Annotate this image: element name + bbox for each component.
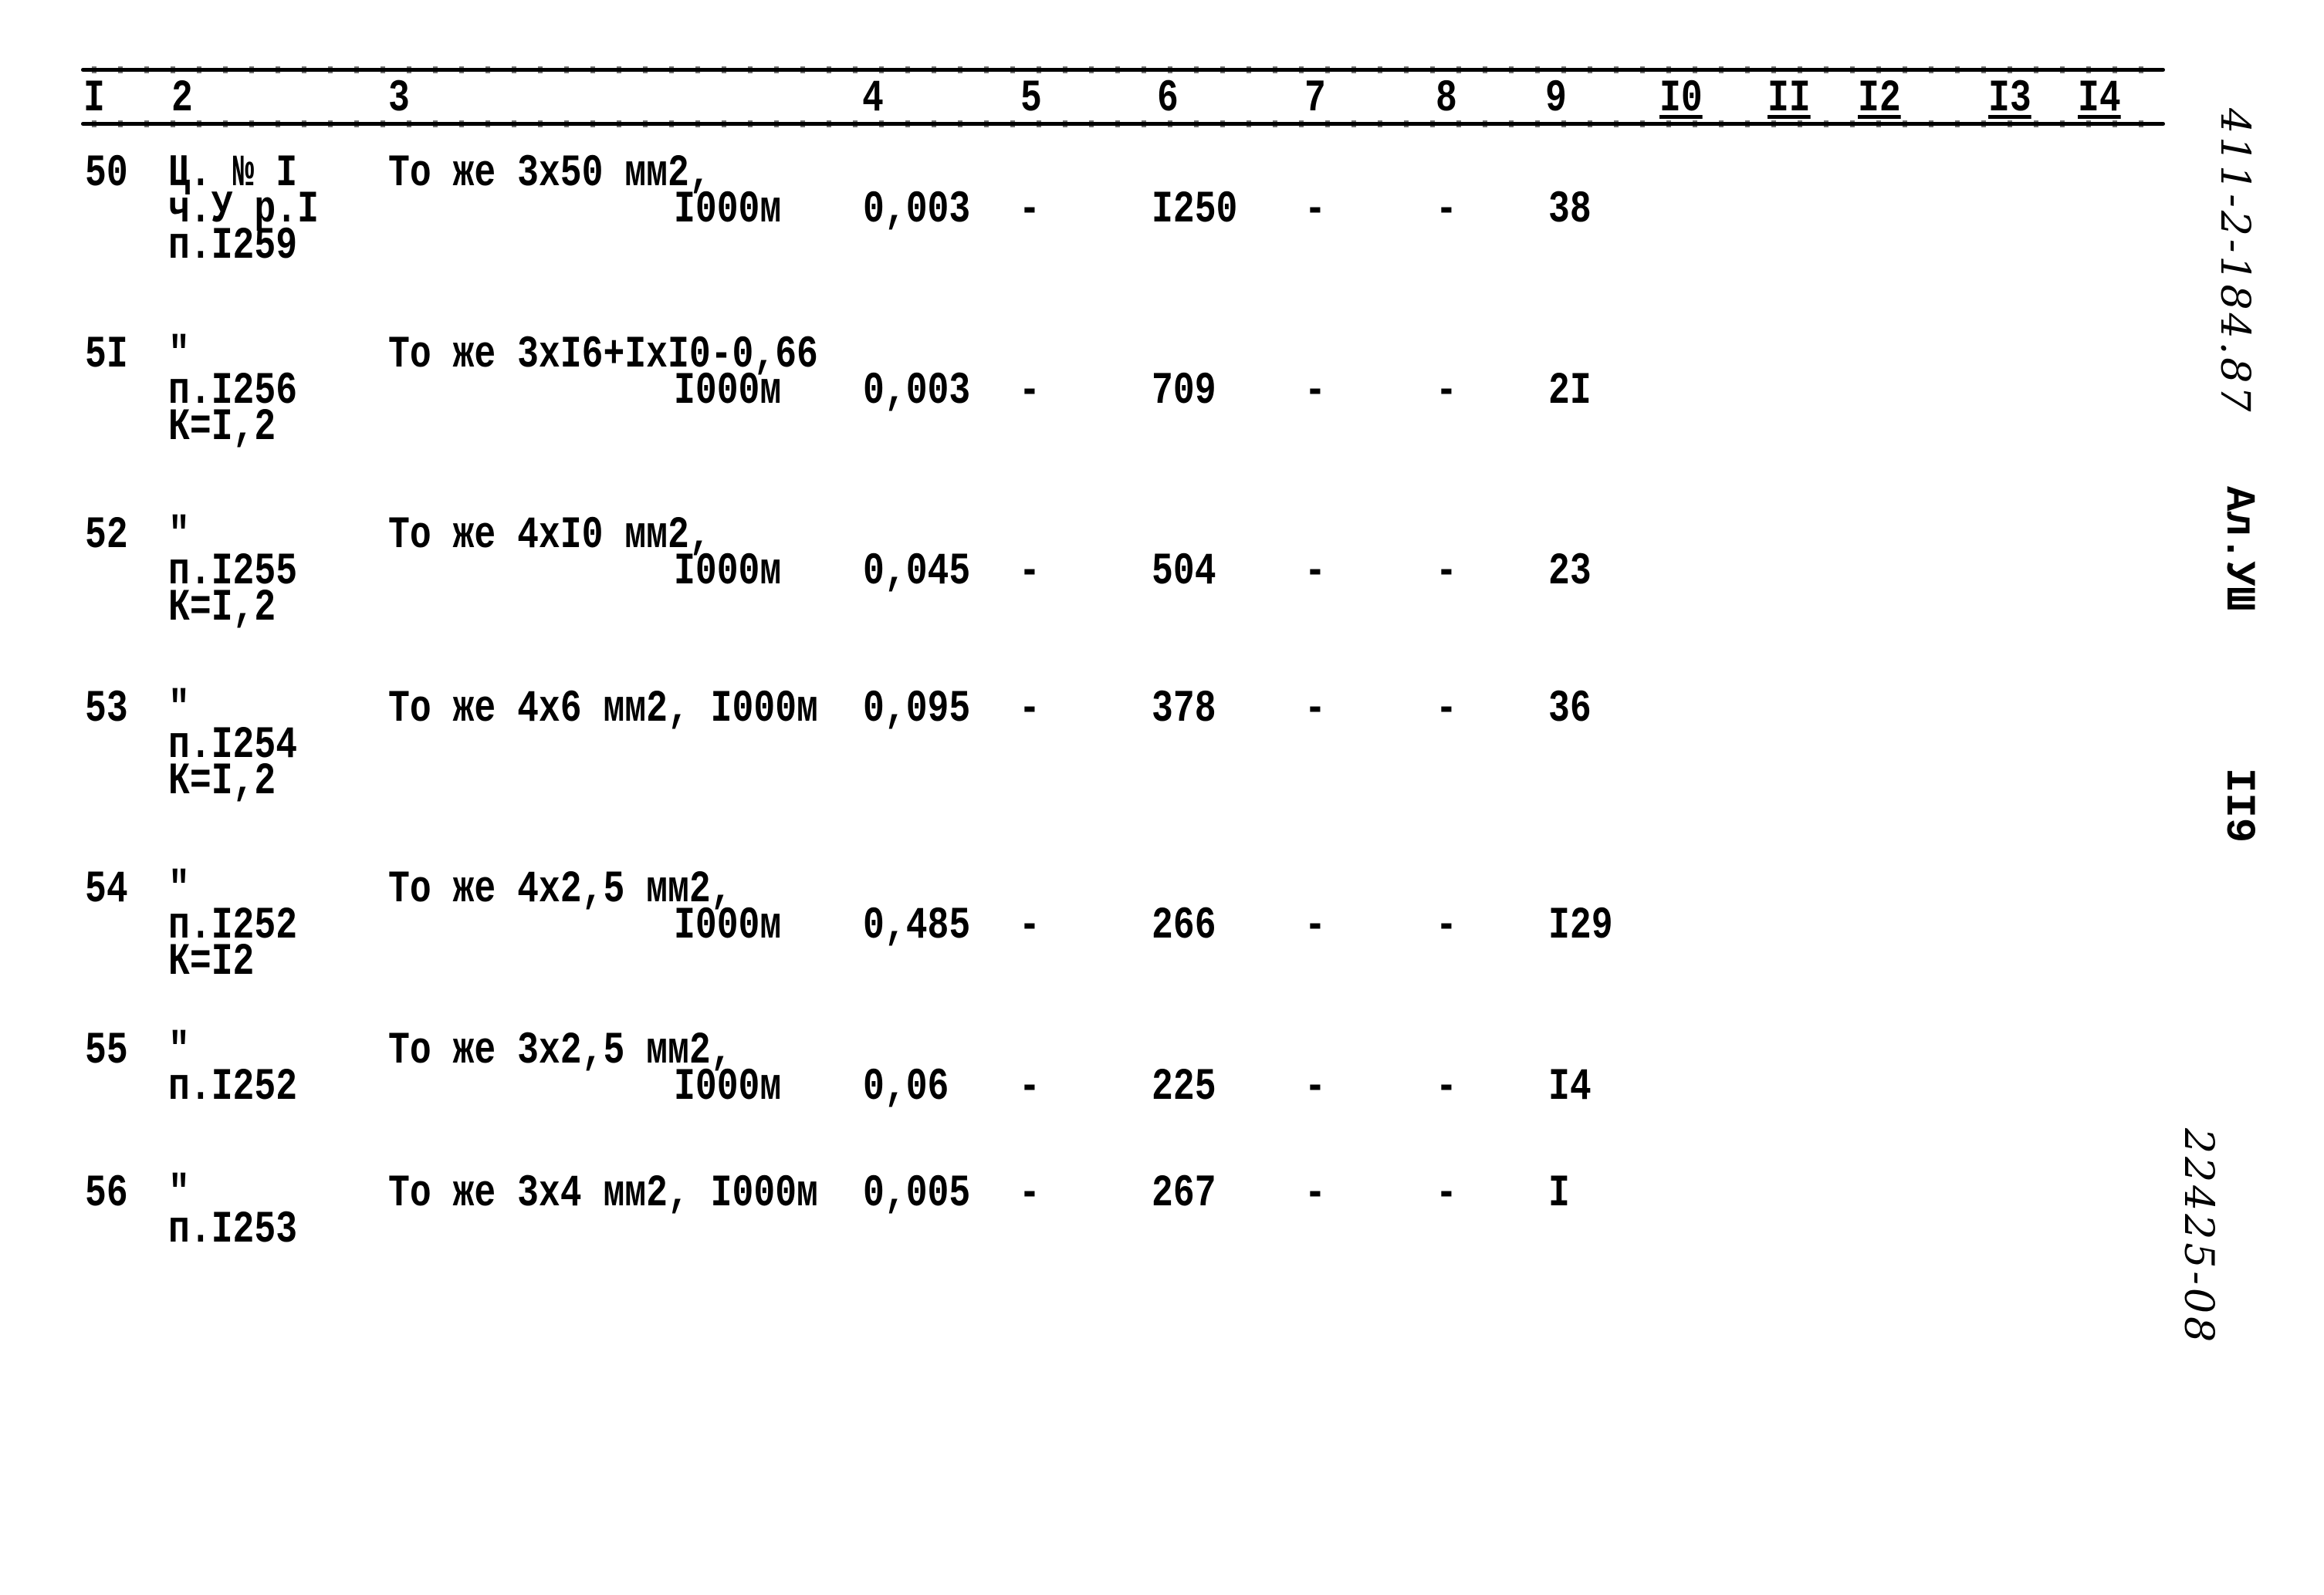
row-number: 52 bbox=[85, 511, 128, 561]
cell-col-5: - bbox=[1019, 901, 1040, 951]
row-description: То же 4хI0 мм2, bbox=[388, 511, 711, 561]
cell-col-4: 0,005 bbox=[863, 1169, 971, 1219]
row-reference-line: К=I,2 bbox=[168, 403, 276, 453]
row-number: 56 bbox=[85, 1169, 128, 1219]
cell-col-6: 266 bbox=[1152, 901, 1216, 951]
header-col-12: I2 bbox=[1858, 74, 1901, 124]
row-description-unit: I000м bbox=[674, 367, 782, 417]
cell-col-9: I4 bbox=[1548, 1063, 1592, 1113]
cell-col-8: - bbox=[1436, 901, 1457, 951]
cell-col-5: - bbox=[1019, 1169, 1040, 1219]
table-top-rule bbox=[81, 66, 2165, 73]
cell-col-9: I bbox=[1548, 1169, 1570, 1219]
header-col-2: 2 bbox=[171, 74, 193, 124]
cell-col-9: 36 bbox=[1548, 684, 1592, 735]
row-number: 53 bbox=[85, 684, 128, 735]
row-number: 55 bbox=[85, 1026, 128, 1076]
cell-col-4: 0,045 bbox=[863, 547, 971, 597]
header-col-1: I bbox=[83, 74, 105, 124]
cell-col-8: - bbox=[1436, 185, 1457, 235]
cell-col-4: 0,485 bbox=[863, 901, 971, 951]
header-col-10: I0 bbox=[1659, 74, 1703, 124]
cell-col-7: - bbox=[1304, 901, 1326, 951]
header-col-9: 9 bbox=[1545, 74, 1567, 124]
margin-inventory-number: 22425-08 bbox=[2175, 1128, 2221, 1346]
row-reference-line: п.I253 bbox=[168, 1205, 298, 1255]
cell-col-9: I29 bbox=[1548, 901, 1613, 951]
cell-col-7: - bbox=[1304, 185, 1326, 235]
cell-col-6: 267 bbox=[1152, 1169, 1216, 1219]
header-col-7: 7 bbox=[1304, 74, 1326, 124]
row-description: То же 3х50 мм2, bbox=[388, 149, 711, 199]
margin-doc-code: 411-2-184.87 bbox=[2211, 108, 2258, 415]
cell-col-4: 0,003 bbox=[863, 185, 971, 235]
cell-col-7: - bbox=[1304, 1169, 1326, 1219]
header-col-14: I4 bbox=[2078, 74, 2121, 124]
header-col-13: I3 bbox=[1988, 74, 2031, 124]
header-col-4: 4 bbox=[862, 74, 884, 124]
cell-col-5: - bbox=[1019, 547, 1040, 597]
row-number: 50 bbox=[85, 149, 128, 199]
cell-col-4: 0,003 bbox=[863, 367, 971, 417]
row-description-unit: I000м bbox=[674, 185, 782, 235]
cell-col-7: - bbox=[1304, 367, 1326, 417]
row-description-unit: I000м bbox=[674, 901, 782, 951]
row-reference-line: п.I259 bbox=[168, 221, 298, 272]
header-col-8: 8 bbox=[1436, 74, 1457, 124]
cell-col-5: - bbox=[1019, 684, 1040, 735]
header-col-6: 6 bbox=[1157, 74, 1179, 124]
header-col-11: II bbox=[1768, 74, 1811, 124]
header-col-5: 5 bbox=[1020, 74, 1042, 124]
row-number: 5I bbox=[85, 330, 128, 380]
row-number: 54 bbox=[85, 865, 128, 915]
cell-col-6: 504 bbox=[1152, 547, 1216, 597]
cell-col-4: 0,095 bbox=[863, 684, 971, 735]
cell-col-5: - bbox=[1019, 185, 1040, 235]
row-description: То же 4х6 мм2, I000м bbox=[388, 684, 818, 735]
cell-col-5: - bbox=[1019, 367, 1040, 417]
cell-col-7: - bbox=[1304, 684, 1326, 735]
cell-col-8: - bbox=[1436, 547, 1457, 597]
cell-col-8: - bbox=[1436, 684, 1457, 735]
cell-col-5: - bbox=[1019, 1063, 1040, 1113]
cell-col-4: 0,06 bbox=[863, 1063, 949, 1113]
row-description: То же 3х4 мм2, I000м bbox=[388, 1169, 818, 1219]
cell-col-9: 2I bbox=[1548, 367, 1592, 417]
cell-col-8: - bbox=[1436, 1169, 1457, 1219]
row-reference-line: К=I2 bbox=[168, 938, 255, 988]
cell-col-7: - bbox=[1304, 547, 1326, 597]
row-reference-line: К=I,2 bbox=[168, 583, 276, 634]
row-description-unit: I000м bbox=[674, 1063, 782, 1113]
row-description-unit: I000м bbox=[674, 547, 782, 597]
margin-page-number: II9 bbox=[2214, 768, 2261, 843]
cell-col-6: I250 bbox=[1152, 185, 1238, 235]
row-reference-line: К=I,2 bbox=[168, 757, 276, 807]
cell-col-7: - bbox=[1304, 1063, 1326, 1113]
cell-col-6: 709 bbox=[1152, 367, 1216, 417]
cell-col-6: 225 bbox=[1152, 1063, 1216, 1113]
cell-col-9: 38 bbox=[1548, 185, 1592, 235]
cell-col-8: - bbox=[1436, 367, 1457, 417]
row-reference-line: п.I252 bbox=[168, 1063, 298, 1113]
cell-col-6: 378 bbox=[1152, 684, 1216, 735]
cell-col-9: 23 bbox=[1548, 547, 1592, 597]
header-col-3: 3 bbox=[388, 74, 410, 124]
margin-album: Ал.УШ bbox=[2214, 486, 2261, 612]
document-page: I 2 3 4 5 6 7 8 9 I0 II I2 I3 I4 50 Ц. № … bbox=[0, 0, 2324, 1595]
cell-col-8: - bbox=[1436, 1063, 1457, 1113]
